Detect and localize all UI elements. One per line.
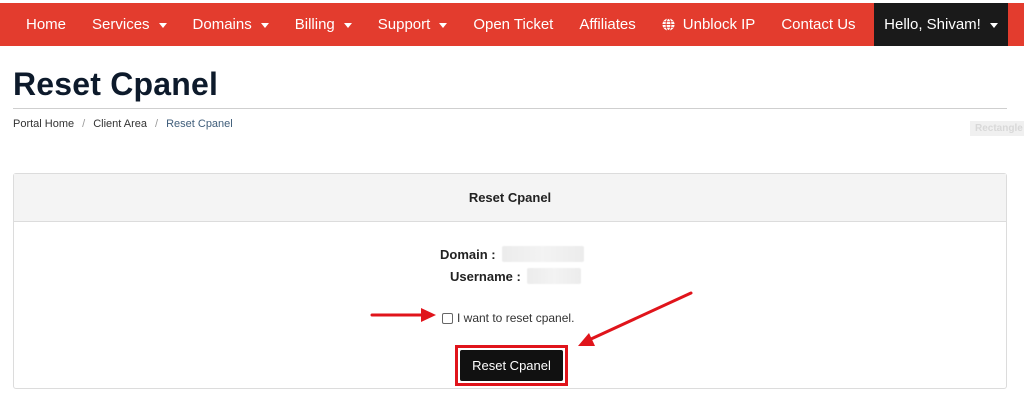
arrow-to-button xyxy=(578,291,693,346)
arrow-to-checkbox xyxy=(370,308,436,322)
annotation-arrows xyxy=(370,291,693,346)
